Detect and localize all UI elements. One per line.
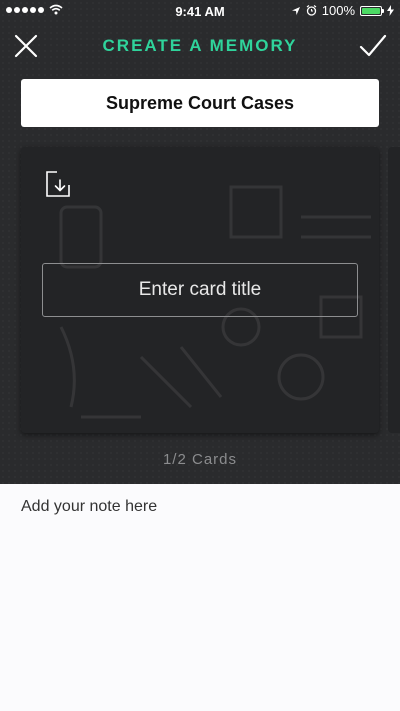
deck-title-field[interactable]: Supreme Court Cases xyxy=(21,79,379,127)
import-icon[interactable] xyxy=(43,169,73,199)
next-card-peek[interactable] xyxy=(388,147,400,433)
battery-percent: 100% xyxy=(321,3,355,18)
page-title: CREATE A MEMORY xyxy=(102,36,298,55)
note-input[interactable] xyxy=(21,498,379,698)
battery-icon xyxy=(360,5,384,16)
status-bar: 9:41 AM 100% xyxy=(0,0,400,22)
card-title-input[interactable] xyxy=(42,263,358,317)
editor-area: 9:41 AM 100% CREATE A MEMORY Supreme Cou… xyxy=(0,0,400,484)
alarm-icon xyxy=(306,5,317,16)
charging-icon xyxy=(387,5,394,16)
navbar: CREATE A MEMORY xyxy=(0,22,400,70)
checkmark-icon[interactable] xyxy=(358,32,388,60)
status-right: 100% xyxy=(291,3,394,18)
battery-fill xyxy=(362,7,380,14)
location-icon xyxy=(291,6,300,15)
note-area xyxy=(0,484,400,711)
card-counter: 1/2 Cards xyxy=(162,451,238,468)
memory-card xyxy=(21,147,379,433)
